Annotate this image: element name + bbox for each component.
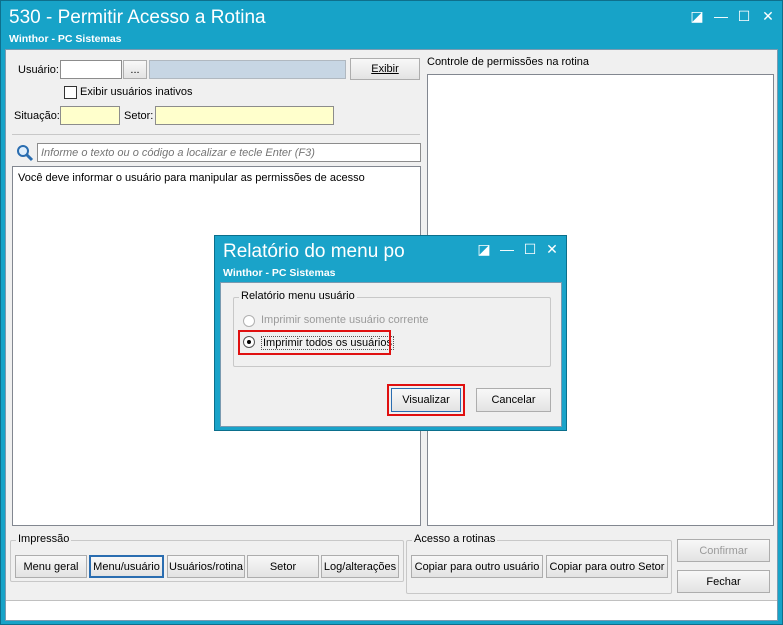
exibir-button[interactable]: Exibir — [350, 58, 420, 80]
dialog-minimize-icon[interactable]: — — [497, 240, 517, 258]
usuario-code-input[interactable] — [60, 60, 122, 79]
status-bar — [6, 600, 777, 620]
situacao-input[interactable] — [60, 106, 120, 125]
impressao-group: Impressão Menu geral Menu/usuário Usuári… — [10, 533, 404, 582]
search-icon — [16, 144, 34, 162]
cancelar-label: Cancelar — [491, 394, 536, 406]
divider — [12, 134, 420, 135]
right-panel-title: Controle de permissões na rotina — [427, 56, 590, 68]
fechar-label: Fechar — [706, 575, 741, 588]
situacao-label: Situação: — [14, 110, 60, 122]
setor-input[interactable] — [155, 106, 334, 125]
highlight-box — [238, 330, 391, 355]
menu-usuario-button[interactable]: Menu/usuário — [89, 555, 164, 578]
exibir-inativos-checkbox[interactable] — [64, 86, 77, 99]
dialog-subtitle: Winthor - PC Sistemas — [223, 267, 336, 279]
setor-button[interactable]: Setor — [247, 555, 319, 578]
dialog-close-icon[interactable]: ✕ — [542, 240, 562, 258]
highlight-box — [387, 384, 465, 416]
dialog-maximize-icon[interactable]: ☐ — [520, 240, 540, 258]
exibir-inativos-label: Exibir usuários inativos — [80, 86, 193, 98]
minimize-icon[interactable]: — — [711, 7, 731, 25]
menu-geral-label: Menu geral — [23, 560, 79, 573]
menu-usuario-label: Menu/usuário — [93, 560, 160, 573]
impressao-group-title: Impressão — [16, 533, 72, 545]
close-icon[interactable]: ✕ — [758, 7, 778, 25]
cancelar-button[interactable]: Cancelar — [476, 388, 551, 412]
usuario-label: Usuário: — [18, 64, 59, 76]
acesso-rotinas-group-title: Acesso a rotinas — [412, 533, 498, 545]
confirmar-button[interactable]: Confirmar — [677, 539, 770, 562]
dialog-title: Relatório do menu po — [223, 241, 405, 262]
title-bar[interactable]: 530 - Permitir Acesso a Rotina Winthor -… — [1, 1, 782, 47]
log-alteracoes-button[interactable]: Log/alterações — [321, 555, 399, 578]
usuario-name-field — [149, 60, 346, 79]
setor-label: Setor: — [124, 110, 154, 122]
copiar-usuario-button[interactable]: Copiar para outro usuário — [411, 555, 543, 578]
copiar-usuario-label: Copiar para outro usuário — [414, 560, 540, 573]
setor-button-label: Setor — [269, 560, 297, 573]
browse-user-button[interactable]: ... — [123, 60, 147, 79]
exibir-button-label: Exibir — [371, 63, 399, 75]
fechar-button[interactable]: Fechar — [677, 570, 770, 593]
copiar-setor-label: Copiar para outro Setor — [549, 560, 665, 573]
usuarios-rotina-label: Usuários/rotina — [169, 560, 243, 573]
option-current-label: Imprimir somente usuário corrente — [261, 314, 429, 326]
usuarios-rotina-button[interactable]: Usuários/rotina — [167, 555, 245, 578]
restore-icon[interactable]: ◪ — [687, 7, 707, 25]
copiar-setor-button[interactable]: Copiar para outro Setor — [546, 555, 668, 578]
dialog-client: Relatório menu usuário Imprimir somente … — [220, 282, 562, 427]
relatorio-menu-group-title: Relatório menu usuário — [239, 290, 357, 302]
left-panel-message: Você deve informar o usuário para manipu… — [18, 172, 365, 184]
window-title: 530 - Permitir Acesso a Rotina — [9, 7, 266, 28]
search-input[interactable] — [37, 143, 421, 162]
maximize-icon[interactable]: ☐ — [734, 7, 754, 25]
dialog-restore-icon[interactable]: ◪ — [474, 240, 494, 258]
confirmar-label: Confirmar — [699, 544, 748, 557]
window-subtitle: Winthor - PC Sistemas — [9, 33, 122, 45]
log-alteracoes-label: Log/alterações — [323, 560, 397, 573]
relatorio-dialog: Relatório do menu po Winthor - PC Sistem… — [214, 235, 567, 431]
option-current-radio[interactable] — [243, 315, 255, 327]
menu-geral-button[interactable]: Menu geral — [15, 555, 87, 578]
acesso-rotinas-group: Acesso a rotinas Copiar para outro usuár… — [406, 533, 672, 594]
